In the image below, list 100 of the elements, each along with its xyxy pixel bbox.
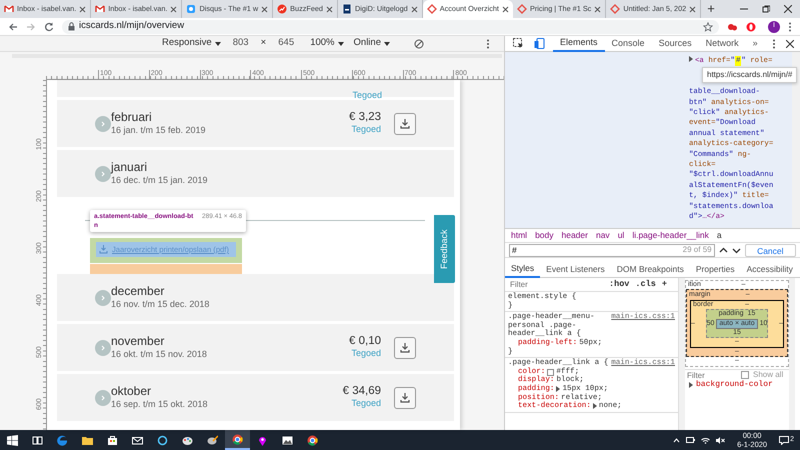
network-dropdown[interactable]: Online (354, 36, 390, 51)
balance-label: Tegoed (350, 396, 381, 410)
close-icon[interactable] (170, 6, 178, 12)
class-button[interactable]: .cls (635, 280, 656, 289)
close-icon[interactable] (79, 6, 86, 12)
color-swatch[interactable] (547, 368, 554, 376)
breadcrumb[interactable]: body (535, 229, 554, 242)
envelope-icon[interactable] (132, 434, 143, 446)
close-icon[interactable] (261, 6, 268, 12)
hover-state-button[interactable]: :hov (609, 280, 630, 289)
breadcrumb[interactable]: header (562, 229, 588, 242)
chrome-icon[interactable] (307, 434, 318, 446)
new-rule-button[interactable]: + (662, 280, 667, 289)
previous-match-icon[interactable] (718, 246, 728, 254)
back-arrow-icon[interactable] (8, 22, 18, 32)
expand-triangle-icon[interactable] (689, 382, 693, 388)
breadcrumb[interactable]: a (716, 229, 722, 242)
download-button[interactable] (394, 112, 416, 134)
more-tabs-button[interactable]: » (746, 36, 765, 52)
maximize-icon[interactable] (762, 5, 770, 13)
styles-tab[interactable]: Properties (690, 260, 741, 278)
task-view-icon[interactable] (32, 434, 43, 446)
edge-icon[interactable] (57, 434, 68, 446)
close-icon[interactable] (502, 6, 509, 12)
breadcrumb[interactable]: ul (618, 229, 624, 242)
zoom-dropdown[interactable]: 100% (310, 36, 344, 51)
chrome-icon[interactable] (232, 434, 243, 444)
height-input[interactable]: 645 (272, 36, 300, 51)
scrollbar[interactable] (789, 278, 795, 430)
star-icon[interactable] (703, 22, 713, 32)
url-text[interactable]: icscards.nl/mijn/overview (79, 19, 184, 34)
circle-icon[interactable] (157, 434, 168, 446)
id-card-icon (342, 4, 352, 14)
close-icon[interactable] (410, 6, 418, 12)
close-icon[interactable] (689, 6, 696, 12)
close-icon[interactable] (326, 6, 333, 12)
palette-icon[interactable] (182, 434, 193, 446)
close-icon[interactable] (786, 40, 794, 48)
more-menu-icon[interactable] (486, 38, 490, 48)
checkbox-label: Show all (753, 370, 784, 380)
breadcrumb[interactable]: nav (596, 229, 610, 242)
more-menu-icon[interactable] (788, 22, 792, 32)
inspect-icon[interactable] (513, 38, 524, 49)
devtools-tab[interactable]: Sources (652, 36, 699, 52)
styles-tab[interactable]: DOM Breakpoints (610, 260, 690, 278)
period-text: 16 okt. t/m 15 nov. 2018 (111, 348, 208, 361)
amount-text: € 34,69 (342, 384, 381, 397)
styles-tab[interactable]: Event Listeners (540, 260, 611, 278)
scrollbar[interactable] (679, 278, 685, 430)
caret-icon (214, 42, 221, 46)
devtools-tab[interactable]: Console (604, 36, 652, 52)
expand-triangle-icon[interactable] (556, 386, 560, 392)
next-match-icon[interactable] (732, 246, 741, 254)
cancel-button[interactable]: Cancel (744, 244, 796, 256)
search-field[interactable]: # 29 of 59 (509, 244, 715, 256)
scrollbar[interactable] (792, 52, 800, 228)
checkbox[interactable] (741, 371, 749, 380)
wifi-icon[interactable] (701, 436, 710, 444)
period-text: 16 nov. t/m 15 dec. 2018 (111, 298, 210, 311)
width-input[interactable]: 803 (226, 36, 255, 51)
speaker-muted-icon[interactable] (716, 436, 726, 444)
match-count: 29 of 59 (682, 244, 712, 256)
search-input[interactable]: # (512, 244, 683, 256)
download-button[interactable] (394, 336, 416, 358)
opera-o-icon[interactable] (746, 22, 756, 32)
chat-bubble-icon (186, 4, 196, 14)
more-menu-icon[interactable] (772, 38, 776, 48)
notification-icon[interactable] (779, 436, 790, 444)
map-pin-icon[interactable] (257, 434, 268, 446)
styles-tab[interactable]: Accessibility (740, 260, 799, 278)
device-icon[interactable] (534, 38, 545, 49)
breadcrumb[interactable]: html (511, 229, 528, 242)
battery-icon[interactable] (686, 437, 696, 443)
download-icon (99, 245, 108, 254)
gmail-icon (95, 4, 106, 14)
month-name: februari (111, 110, 153, 124)
palette-brush-icon[interactable] (207, 434, 218, 446)
devtools-tab[interactable]: Network (698, 36, 746, 52)
extension-icon[interactable] (727, 22, 738, 32)
caret-icon (338, 42, 344, 46)
rotate-icon[interactable] (414, 38, 424, 48)
windows-logo-icon[interactable] (7, 434, 18, 446)
new-tab-button[interactable]: + (701, 0, 721, 18)
period-text: 16 dec. t/m 15 jan. 2019 (111, 174, 209, 187)
folder-icon[interactable] (82, 434, 93, 446)
picture-icon[interactable] (282, 434, 293, 446)
responsive-dropdown[interactable]: Responsive (162, 36, 221, 51)
expand-triangle-icon[interactable] (592, 403, 597, 410)
expand-triangle-icon[interactable] (689, 56, 693, 62)
download-button[interactable] (394, 386, 416, 408)
close-icon[interactable] (594, 6, 602, 12)
close-icon[interactable] (784, 5, 792, 13)
month-name: oktober (111, 384, 152, 398)
trend-arrow-icon (277, 4, 288, 14)
shopping-bag-icon[interactable] (107, 434, 118, 446)
css-property: background-color (696, 380, 773, 390)
diamond-icon (516, 4, 527, 14)
reload-icon[interactable] (44, 22, 54, 32)
chevron-up-icon[interactable] (673, 438, 680, 442)
breadcrumb[interactable]: li.page-header__link (632, 229, 709, 242)
